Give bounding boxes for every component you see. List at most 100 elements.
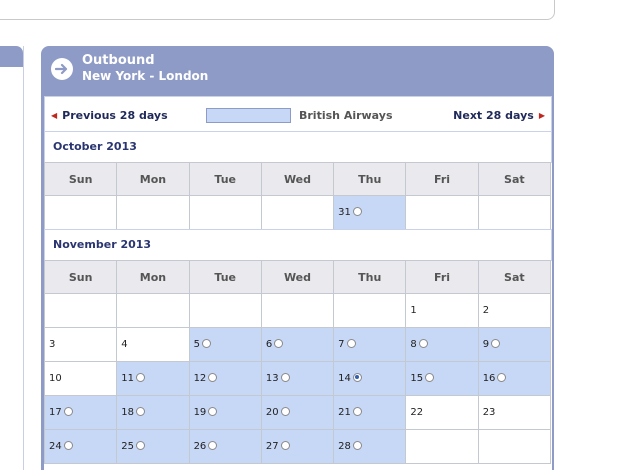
empty-day-cell	[333, 293, 407, 328]
date-radio[interactable]	[63, 440, 73, 450]
day-cell[interactable]: 19	[188, 395, 262, 430]
day-cell[interactable]: 7	[333, 327, 407, 362]
empty-day-cell	[477, 195, 552, 230]
date-radio[interactable]	[418, 338, 428, 348]
weekday-header-row: Sun Mon Tue Wed Thu Fri Sat	[43, 162, 552, 196]
day-cell[interactable]: 12	[188, 361, 262, 396]
day-number: 26	[193, 441, 207, 452]
route-label: New York - London	[82, 69, 209, 83]
empty-day-cell	[405, 429, 479, 464]
day-cell: 1	[405, 293, 479, 328]
day-cell[interactable]: 18	[116, 395, 190, 430]
day-number: 31	[338, 207, 351, 218]
next-28-days-link[interactable]: Next 28 days ▶	[453, 109, 545, 122]
day-cell[interactable]: 14	[333, 361, 407, 396]
day-number: 11	[121, 373, 135, 384]
weekday-sat: Sat	[477, 260, 552, 294]
day-cell[interactable]: 28	[333, 429, 407, 464]
date-radio[interactable]	[201, 338, 211, 348]
day-cell[interactable]: 25	[116, 429, 190, 464]
date-radio[interactable]	[346, 338, 356, 348]
date-radio[interactable]	[208, 406, 218, 416]
month-header-november: November 2013	[44, 229, 552, 261]
day-cell: 2	[477, 293, 552, 328]
weekday-fri: Fri	[405, 162, 479, 196]
day-cell[interactable]: 16	[477, 361, 552, 396]
day-number: 16	[482, 373, 496, 384]
date-radio[interactable]	[425, 372, 435, 382]
date-radio[interactable]	[136, 406, 146, 416]
date-radio[interactable]	[280, 440, 290, 450]
date-radio[interactable]	[352, 406, 362, 416]
weekday-fri: Fri	[405, 260, 479, 294]
day-cell: 10	[43, 361, 118, 396]
date-radio-selected[interactable]	[352, 372, 362, 382]
day-cell[interactable]: 6	[260, 327, 335, 362]
day-cell[interactable]: 11	[116, 361, 190, 396]
previous-label: Previous 28 days	[62, 109, 168, 122]
day-number: 5	[193, 339, 200, 350]
day-number: 28	[338, 441, 351, 452]
date-radio[interactable]	[352, 440, 362, 450]
day-number: 21	[338, 407, 351, 418]
day-cell[interactable]: 17	[43, 395, 118, 430]
date-radio[interactable]	[208, 372, 218, 382]
day-cell[interactable]: 13	[260, 361, 335, 396]
triangle-right-icon: ▶	[538, 111, 545, 120]
date-radio[interactable]	[491, 338, 501, 348]
outbound-header: Outbound New York - London	[41, 46, 554, 92]
empty-day-cell	[43, 293, 118, 328]
day-cell[interactable]: 21	[333, 395, 407, 430]
day-cell[interactable]: 24	[43, 429, 118, 464]
calendar-nav: ◀ Previous 28 days British Airways Next …	[44, 96, 552, 132]
date-radio[interactable]	[63, 406, 73, 416]
weekday-header-row: Sun Mon Tue Wed Thu Fri Sat	[43, 260, 552, 294]
weekday-mon: Mon	[116, 260, 190, 294]
weekday-mon: Mon	[116, 162, 190, 196]
empty-day-cell	[188, 293, 262, 328]
day-cell[interactable]: 8	[405, 327, 479, 362]
next-label: Next 28 days	[453, 109, 534, 122]
day-number: 18	[121, 407, 135, 418]
week-row: 3 4 5 6 7 8 9	[43, 327, 552, 362]
week-row: 10 11 12 13 14 15 16	[43, 361, 552, 396]
date-radio[interactable]	[274, 338, 284, 348]
day-cell[interactable]: 26	[188, 429, 262, 464]
day-cell[interactable]: 27	[260, 429, 335, 464]
weekday-thu: Thu	[333, 260, 407, 294]
date-radio[interactable]	[352, 206, 362, 216]
empty-day-cell	[260, 195, 335, 230]
week-row: 12	[43, 293, 552, 328]
calendar-october: Sun Mon Tue Wed Thu Fri Sat 31	[43, 162, 552, 230]
date-radio[interactable]	[280, 406, 290, 416]
outbound-title: Outbound	[82, 53, 155, 68]
day-number: 14	[338, 373, 351, 384]
day-number: 2	[482, 305, 490, 316]
day-cell[interactable]: 20	[260, 395, 335, 430]
date-radio[interactable]	[208, 440, 218, 450]
calendar-body: ◀ Previous 28 days British Airways Next …	[43, 96, 552, 470]
arrow-right-circle-icon	[51, 58, 73, 80]
weekday-wed: Wed	[260, 260, 335, 294]
empty-day-cell	[405, 195, 479, 230]
previous-28-days-link[interactable]: ◀ Previous 28 days	[51, 109, 168, 122]
day-number: 3	[49, 339, 56, 350]
date-radio[interactable]	[280, 372, 290, 382]
top-card	[0, 0, 555, 20]
day-cell[interactable]: 9	[477, 327, 552, 362]
day-number: 24	[49, 441, 62, 452]
date-radio[interactable]	[497, 372, 507, 382]
weekday-thu: Thu	[333, 162, 407, 196]
empty-day-cell	[260, 293, 335, 328]
weekday-tue: Tue	[188, 260, 262, 294]
day-cell[interactable]: 5	[188, 327, 262, 362]
day-cell[interactable]: 31	[333, 195, 407, 230]
date-radio[interactable]	[136, 372, 146, 382]
day-number: 4	[121, 339, 128, 350]
week-row: 24 25 26 27 28	[43, 429, 552, 464]
day-number: 6	[265, 339, 273, 350]
date-radio[interactable]	[136, 440, 146, 450]
day-cell[interactable]: 15	[405, 361, 479, 396]
day-number: 22	[410, 407, 424, 418]
day-cell: 23	[477, 395, 552, 430]
